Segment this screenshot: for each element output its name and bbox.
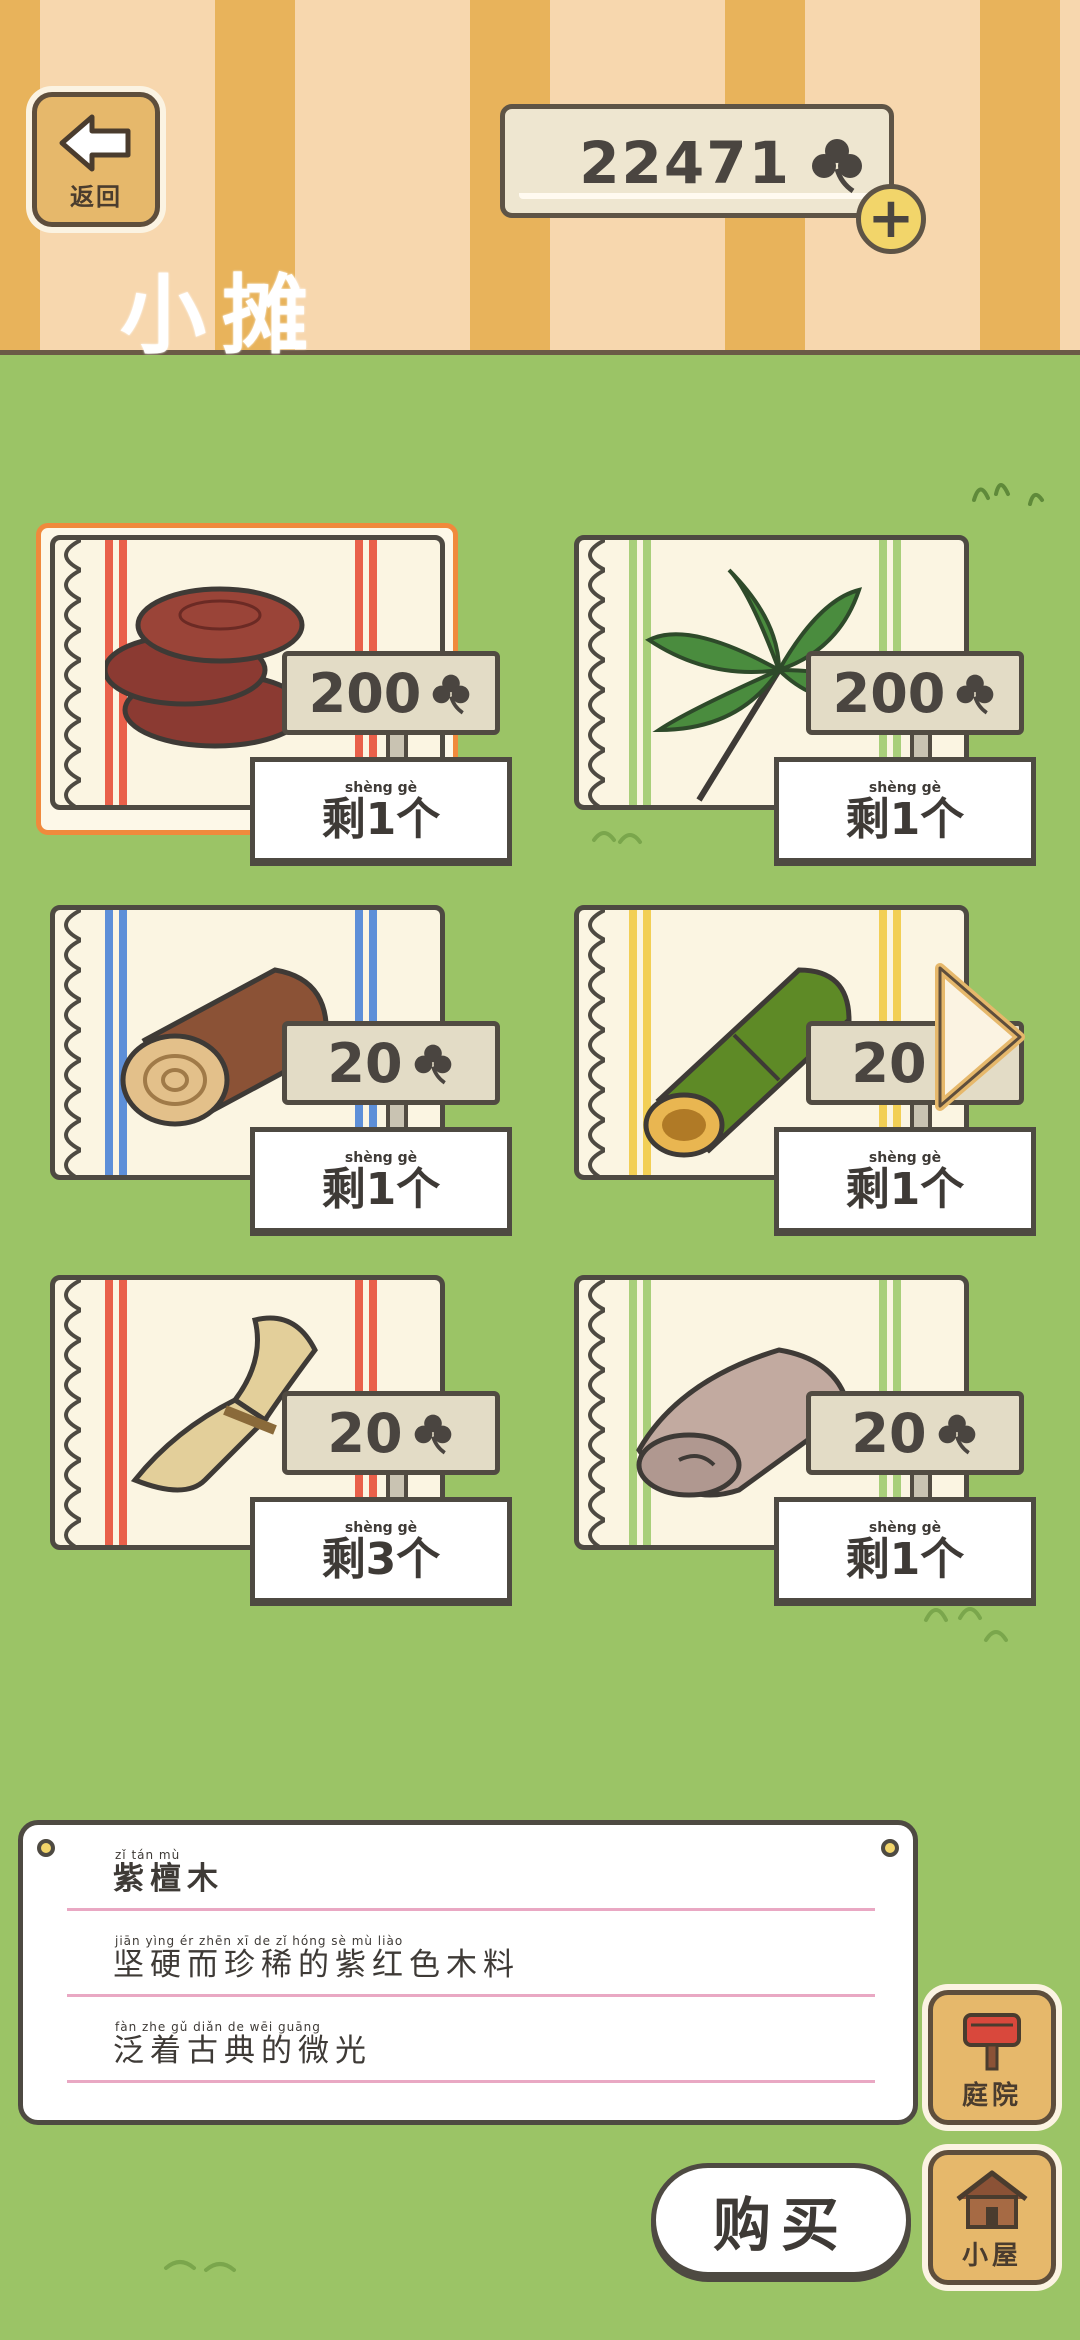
stock-label: shèng gè 剩1个 (774, 757, 1036, 863)
clover-icon (433, 674, 470, 715)
description-title-line: zǐ tán mù 紫檀木 (67, 1825, 875, 1911)
clover-icon (812, 139, 862, 194)
house-icon (956, 2170, 1028, 2229)
back-arrow-icon (59, 114, 131, 172)
shop-item-red-sandalwood[interactable]: 200 shèng gè 剩1个 (36, 523, 520, 875)
clover-icon (957, 674, 994, 715)
courtyard-button[interactable]: 庭院 (928, 1990, 1056, 2125)
shop-item-cloth[interactable]: 20 shèng gè 剩1个 (574, 1275, 1044, 1615)
add-currency-button[interactable]: + (856, 184, 926, 254)
clover-icon (938, 1414, 975, 1455)
buy-button[interactable]: 购买 (651, 2163, 911, 2277)
grass-tuft-decoration (164, 2260, 236, 2272)
price-value: 20 (851, 1401, 927, 1465)
price-value: 200 (832, 661, 946, 725)
stock-label: shèng gè 剩1个 (250, 757, 512, 863)
currency-display: 22471 (500, 104, 894, 218)
house-button[interactable]: 小屋 (928, 2150, 1056, 2285)
price-tag: 20 (282, 1021, 500, 1105)
price-value: 200 (308, 661, 422, 725)
plus-icon: + (867, 186, 915, 251)
stock-label: shèng gè 剩3个 (250, 1497, 512, 1603)
price-tag: 20 (282, 1391, 500, 1475)
pin-decoration (881, 1839, 899, 1857)
back-label: 返回 (70, 183, 122, 211)
stock-label: shèng gè 剩1个 (774, 1497, 1036, 1603)
shop-item-log[interactable]: 20 shèng gè 剩1个 (50, 905, 520, 1245)
description-line: jiān yìng ér zhēn xī de zǐ hóng sè mù li… (67, 1911, 875, 1997)
price-value: 20 (327, 1031, 403, 1095)
back-button[interactable]: 返回 (32, 92, 160, 227)
stock-label: shèng gè 剩1个 (250, 1127, 512, 1233)
description-line: fàn zhe gǔ diǎn de wēi guāng 泛着古典的微光 (67, 1997, 875, 2083)
clover-icon (414, 1414, 451, 1455)
pin-decoration (37, 1839, 55, 1857)
stock-label: shèng gè 剩1个 (774, 1127, 1036, 1233)
item-name: 紫檀木 (113, 1861, 224, 1897)
mailbox-icon (963, 2013, 1021, 2071)
clover-icon (414, 1044, 451, 1085)
next-page-arrow-icon[interactable] (932, 962, 1028, 1112)
shop-item-palm-leaf[interactable]: 200 shèng gè 剩1个 (574, 535, 1044, 875)
shop-item-straw[interactable]: 20 shèng gè 剩3个 (50, 1275, 520, 1615)
item-description-panel: zǐ tán mù 紫檀木 jiān yìng ér zhēn xī de zǐ… (18, 1820, 918, 2125)
price-value: 20 (851, 1031, 927, 1095)
price-value: 20 (327, 1401, 403, 1465)
price-tag: 200 (806, 651, 1024, 735)
grass-tuft-decoration (972, 483, 1044, 506)
price-tag: 20 (806, 1391, 1024, 1475)
currency-value: 22471 (579, 129, 791, 197)
price-tag: 200 (282, 651, 500, 735)
page-title: 小摊 (120, 266, 324, 366)
